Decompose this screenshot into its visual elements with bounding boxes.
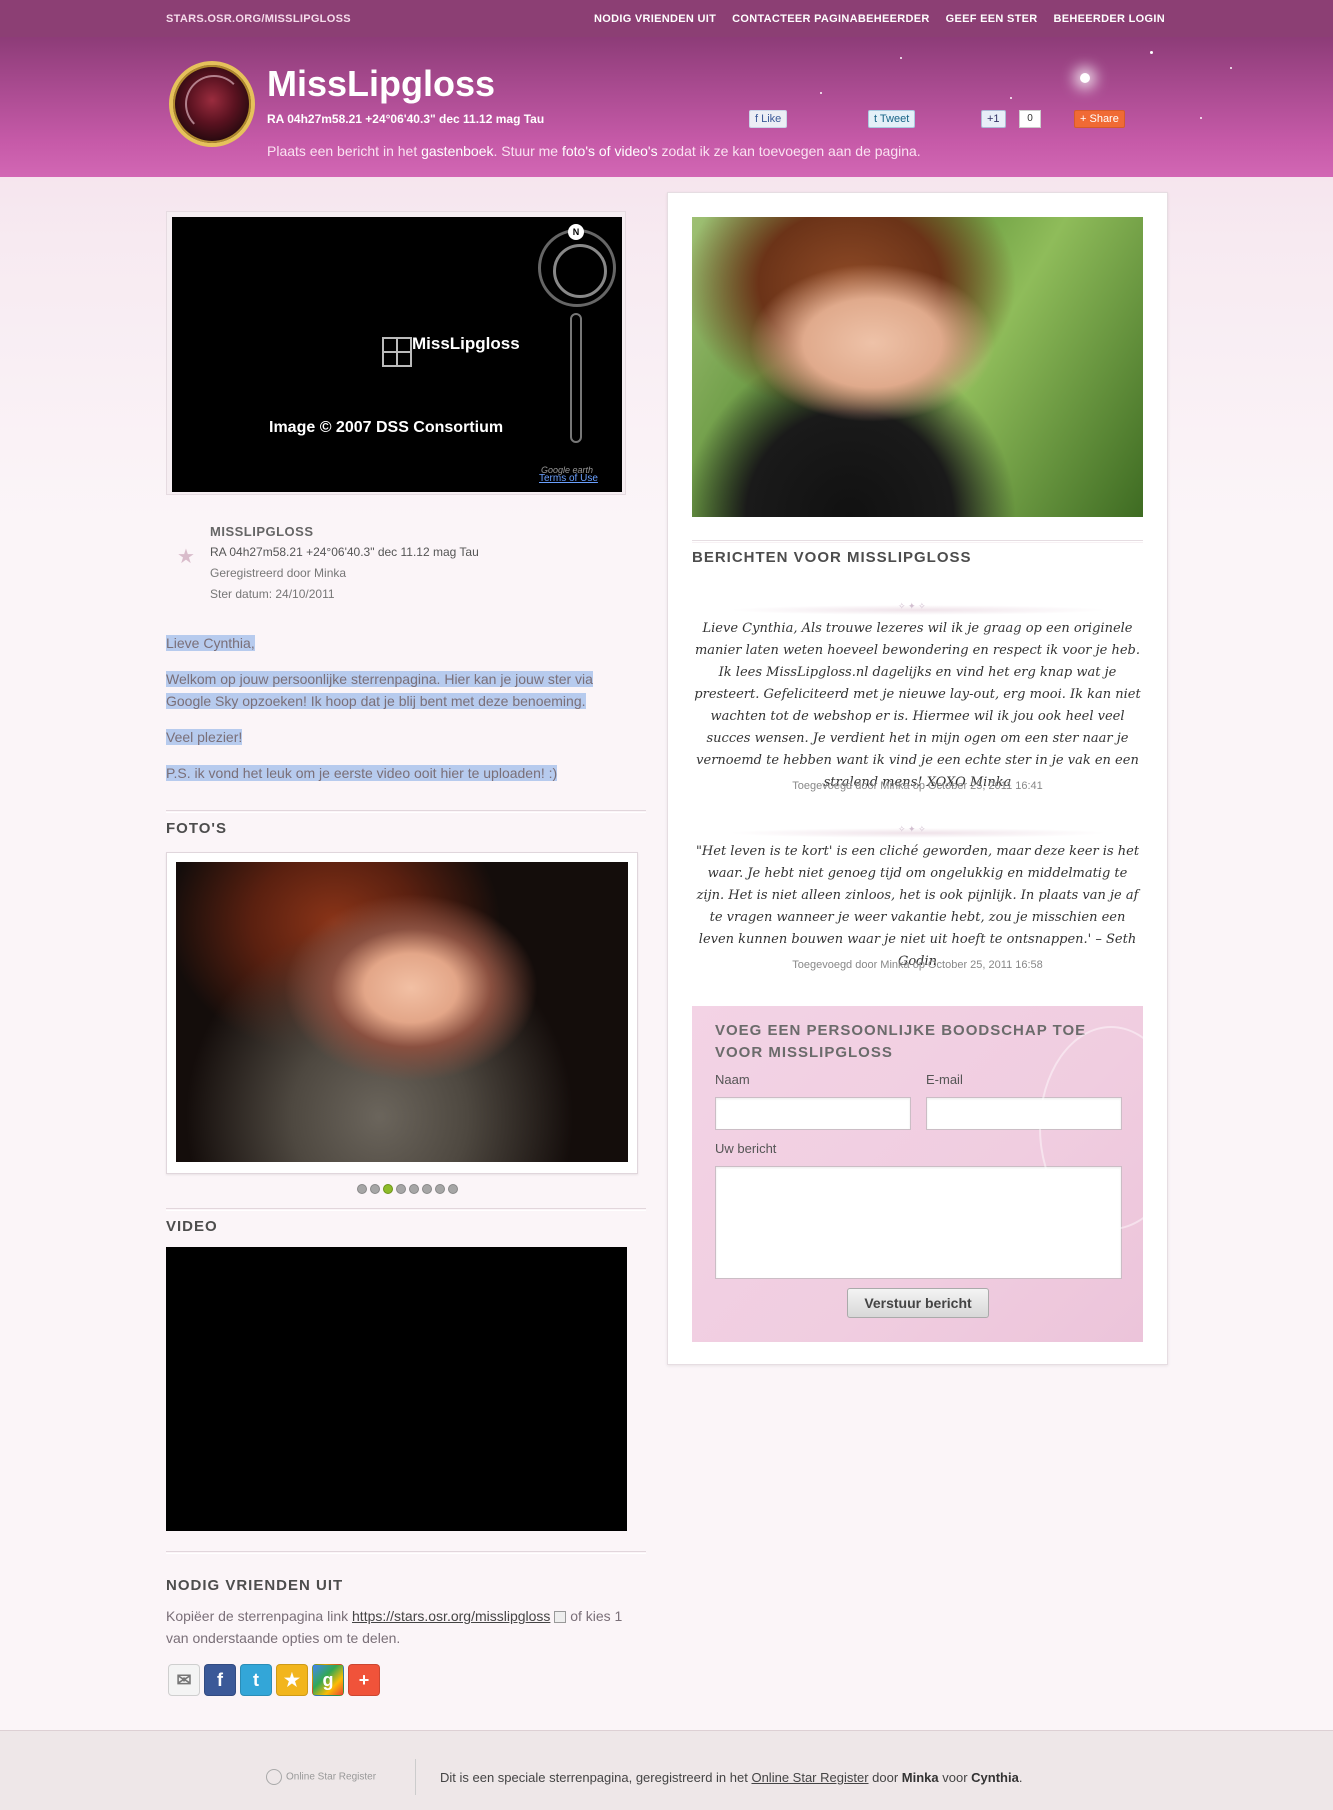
addthis-icon[interactable]: + — [348, 1664, 380, 1696]
osr-logo[interactable]: Online Star Register — [266, 1769, 376, 1785]
nav-contact-admin[interactable]: CONTACTEER PAGINABEHEERDER — [732, 13, 929, 25]
favorite-icon[interactable]: ★ — [276, 1664, 308, 1696]
star-coordinates: RA 04h27m58.21 +24°06'40.3" dec 11.12 ma… — [210, 545, 479, 559]
star-info: MISSLIPGLOSS RA 04h27m58.21 +24°06'40.3"… — [210, 521, 479, 605]
slide-dot[interactable] — [357, 1184, 367, 1194]
copy-icon[interactable] — [554, 1611, 567, 1624]
star-registered-by: Geregistreerd door Minka — [210, 566, 347, 580]
slide-dot[interactable] — [435, 1184, 445, 1194]
google-plusone-button[interactable]: +1 — [981, 110, 1006, 128]
send-message-button[interactable]: Verstuur bericht — [847, 1288, 989, 1318]
slide-dot[interactable] — [422, 1184, 432, 1194]
compass-ring-icon[interactable] — [538, 229, 616, 307]
invite-heading: NODIG VRIENDEN UIT — [166, 1577, 344, 1594]
letter-line: P.S. ik vond het leuk om je eerste video… — [166, 765, 558, 781]
slide-dot[interactable] — [370, 1184, 380, 1194]
nav-admin-login[interactable]: BEHEERDER LOGIN — [1054, 13, 1165, 25]
map-copyright: Image © 2007 DSS Consortium — [269, 419, 504, 436]
media-link[interactable]: foto's of video's — [562, 143, 658, 159]
footer-separator — [415, 1759, 416, 1795]
message-meta: Toegevoegd door Minka op October 25, 201… — [792, 780, 1043, 792]
divider — [166, 1208, 646, 1211]
footer-text: Dit is een speciale sterrenpagina, gereg… — [440, 1770, 1023, 1785]
top-nav: NODIG VRIENDEN UIT CONTACTEER PAGINABEHE… — [594, 13, 1165, 25]
message-text: Lieve Cynthia, Als trouwe lezeres wil ik… — [694, 621, 1141, 790]
slide-dot[interactable] — [448, 1184, 458, 1194]
nav-give-star[interactable]: GEEF EEN STER — [946, 13, 1038, 25]
slide-dot-active[interactable] — [383, 1184, 393, 1194]
zoom-slider[interactable] — [570, 313, 582, 443]
email-icon[interactable]: ✉ — [168, 1664, 200, 1696]
share-button[interactable]: + Share — [1074, 110, 1125, 128]
tweet-button[interactable]: t Tweet — [868, 110, 916, 128]
slideshow-photo[interactable] — [176, 862, 628, 1162]
site-url[interactable]: STARS.OSR.ORG/MISSLIPGLOSS — [166, 13, 351, 25]
divider — [166, 810, 646, 813]
star-icon: ★ — [177, 546, 195, 568]
terms-of-use-link[interactable]: Terms of Use — [539, 473, 598, 484]
letter-line: Veel plezier! — [166, 729, 243, 745]
messages-panel: BERICHTEN VOOR MISSLIPGLOSS Lieve Cynthi… — [667, 192, 1168, 1365]
guestbook-link[interactable]: gastenboek — [421, 143, 493, 159]
video-heading: VIDEO — [166, 1218, 218, 1235]
welcome-letter: Lieve Cynthia, Welkom op jouw persoonlij… — [166, 632, 626, 798]
facebook-icon[interactable]: f — [204, 1664, 236, 1696]
page-link[interactable]: https://stars.osr.org/misslipgloss — [352, 1608, 550, 1624]
slide-dot[interactable] — [409, 1184, 419, 1194]
page-header: MissLipgloss RA 04h27m58.21 +24°06'40.3"… — [0, 37, 1333, 177]
star-date: Ster datum: 24/10/2011 — [210, 587, 335, 601]
ornament-divider — [728, 601, 1108, 615]
star-avatar — [169, 61, 255, 147]
target-crosshair-icon — [382, 337, 412, 367]
video-player[interactable] — [166, 1247, 627, 1531]
osr-logo-icon — [266, 1769, 282, 1785]
top-bar: STARS.OSR.ORG/MISSLIPGLOSS NODIG VRIENDE… — [0, 0, 1333, 37]
message-label: Uw bericht — [715, 1141, 777, 1156]
photo-slideshow[interactable] — [166, 852, 638, 1174]
letter-line: Lieve Cynthia, — [166, 635, 255, 651]
north-icon: N — [568, 224, 584, 240]
message-meta: Toegevoegd door Minka op October 25, 201… — [792, 959, 1043, 971]
name-label: Naam — [715, 1072, 750, 1087]
divider — [692, 540, 1143, 543]
header-note: Plaats een bericht in het gastenboek. St… — [267, 143, 921, 159]
slide-dot[interactable] — [396, 1184, 406, 1194]
page-title: MissLipgloss — [267, 63, 496, 104]
letter-line: Welkom op jouw persoonlijke sterrenpagin… — [166, 671, 593, 709]
header-coordinates: RA 04h27m58.21 +24°06'40.3" dec 11.12 ma… — [267, 112, 545, 126]
email-field[interactable] — [926, 1097, 1122, 1130]
message-textarea[interactable] — [715, 1166, 1122, 1279]
plusone-count: 0 — [1019, 110, 1041, 128]
sky-map[interactable]: MissLipgloss Image © 2007 DSS Consortium… — [166, 211, 626, 495]
message-form: VOEG EEN PERSOONLIJKE BOODSCHAP TOE VOOR… — [692, 1006, 1143, 1342]
ornament-divider — [728, 824, 1108, 838]
form-title: VOEG EEN PERSOONLIJKE BOODSCHAP TOE VOOR… — [715, 1022, 1087, 1061]
twitter-icon[interactable]: t — [240, 1664, 272, 1696]
portrait-photo — [692, 217, 1143, 517]
name-field[interactable] — [715, 1097, 911, 1130]
nav-invite-friends[interactable]: NODIG VRIENDEN UIT — [594, 13, 716, 25]
share-icons: ✉ f t ★ g + — [168, 1664, 380, 1696]
messages-heading: BERICHTEN VOOR MISSLIPGLOSS — [692, 549, 972, 566]
osr-link[interactable]: Online Star Register — [751, 1770, 868, 1785]
star-name: MISSLIPGLOSS — [210, 524, 314, 539]
slideshow-pager — [357, 1184, 458, 1194]
invite-text: Kopiëer de sterrenpagina link https://st… — [166, 1608, 623, 1646]
email-label: E-mail — [926, 1072, 963, 1087]
google-icon[interactable]: g — [312, 1664, 344, 1696]
map-star-label: MissLipgloss — [412, 334, 520, 353]
page-footer: Online Star Register Dit is een speciale… — [0, 1730, 1333, 1810]
facebook-like-button[interactable]: f Like — [749, 110, 788, 128]
message-text: "Het leven is te kort' is een cliché gew… — [695, 844, 1140, 969]
photos-heading: FOTO'S — [166, 820, 227, 837]
divider — [166, 1551, 646, 1554]
